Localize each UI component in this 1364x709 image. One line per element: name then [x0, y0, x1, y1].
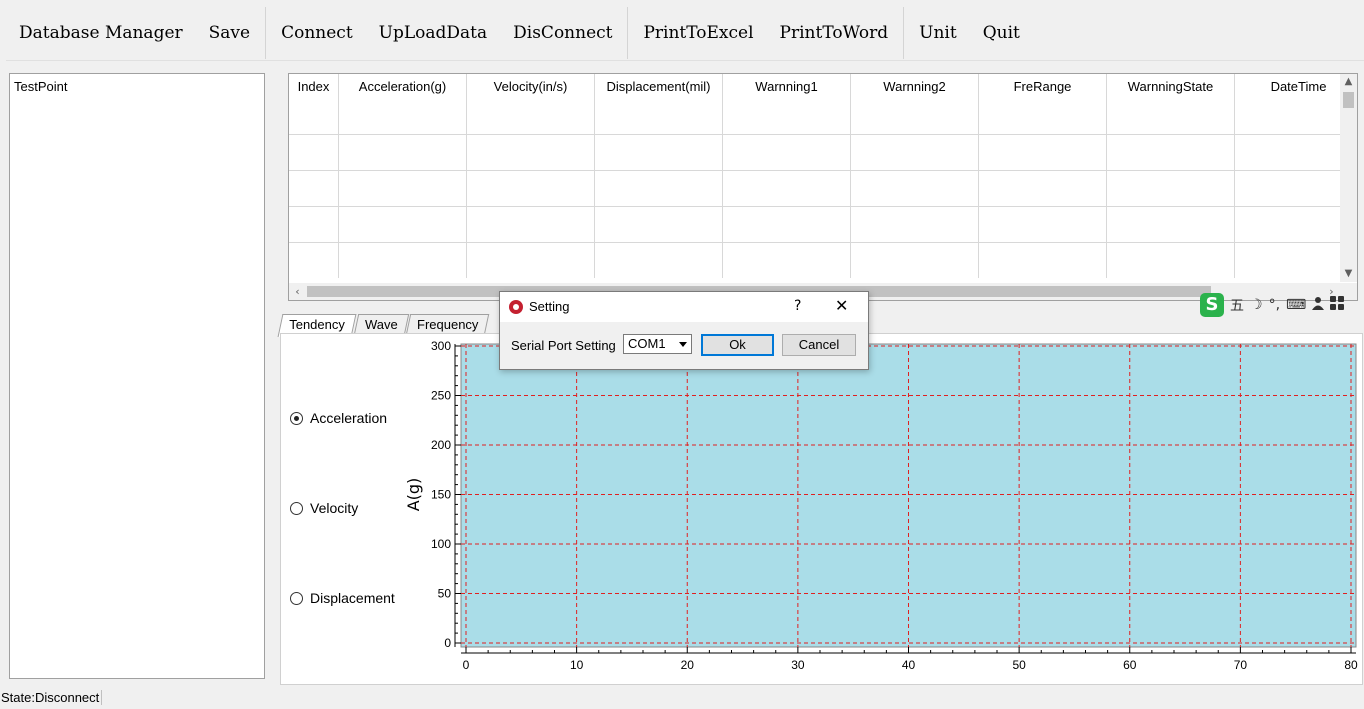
- data-grid[interactable]: Index Acceleration(g) Velocity(in/s) Dis…: [288, 73, 1358, 301]
- x-tick-label: 50: [1012, 658, 1026, 672]
- punctuation-icon[interactable]: °,: [1269, 297, 1280, 313]
- serial-port-label: Serial Port Setting: [511, 338, 616, 353]
- tendency-chart: 0 50 100 150 200 250 300 0 10 20 30 40 50 60 70 80 A(g): [404, 339, 1358, 672]
- table-row[interactable]: [289, 242, 1357, 278]
- radio-velocity[interactable]: Velocity: [290, 500, 358, 516]
- table-row[interactable]: [289, 206, 1357, 242]
- dialog-title: Setting: [529, 299, 570, 314]
- x-tick-label: 60: [1123, 658, 1137, 672]
- ime-toolbar: S 五 ☽ °, ⌨: [1200, 291, 1364, 319]
- scroll-up-icon[interactable]: ▲: [1340, 74, 1357, 90]
- vertical-scroll-thumb[interactable]: [1343, 92, 1354, 108]
- x-tick-label: 30: [791, 658, 805, 672]
- print-to-excel-button[interactable]: PrintToExcel: [630, 6, 766, 60]
- quit-button[interactable]: Quit: [970, 6, 1033, 60]
- moon-icon[interactable]: ☽: [1250, 297, 1263, 313]
- y-tick-label: 300: [431, 339, 451, 353]
- ok-button[interactable]: Ok: [701, 334, 774, 356]
- apps-icon[interactable]: [1330, 296, 1345, 314]
- y-axis-label: A(g): [404, 478, 423, 512]
- toolbar-separator: [265, 7, 267, 59]
- table-row[interactable]: [289, 170, 1357, 206]
- print-to-word-button[interactable]: PrintToWord: [767, 6, 902, 60]
- grid-header: Index Acceleration(g) Velocity(in/s) Dis…: [289, 74, 1357, 134]
- keyboard-icon[interactable]: ⌨: [1286, 297, 1306, 313]
- radio-acceleration[interactable]: Acceleration: [290, 410, 387, 426]
- x-tick-label: 10: [570, 658, 584, 672]
- column-header-warnningstate[interactable]: WarnningState: [1107, 74, 1235, 134]
- grid-body: [289, 134, 1357, 278]
- vertical-scrollbar[interactable]: ▲ ▼: [1340, 74, 1357, 282]
- setting-dialog: Setting ? ✕ Serial Port Setting COM1 Ok …: [499, 291, 869, 370]
- column-header-displacement[interactable]: Displacement(mil): [595, 74, 723, 134]
- x-tick-label: 20: [681, 658, 695, 672]
- x-tick-label: 70: [1234, 658, 1248, 672]
- radio-displacement[interactable]: Displacement: [290, 590, 395, 606]
- ime-mode-icon[interactable]: 五: [1230, 295, 1244, 315]
- tab-wave[interactable]: Wave: [353, 314, 409, 335]
- chevron-down-icon: [679, 342, 687, 347]
- help-button[interactable]: ?: [794, 298, 801, 314]
- test-point-tree[interactable]: TestPoint: [9, 73, 265, 679]
- user-icon[interactable]: [1312, 296, 1325, 314]
- disconnect-button[interactable]: DisConnect: [500, 6, 625, 60]
- radio-checked-icon[interactable]: [290, 411, 303, 425]
- toolbar: Database Manager Save Connect UpLoadData…: [6, 6, 1364, 61]
- y-tick-label: 250: [431, 389, 451, 403]
- scroll-down-icon[interactable]: ▼: [1340, 266, 1357, 282]
- tab-frequency[interactable]: Frequency: [406, 314, 491, 335]
- status-bar: State:Disconnect: [1, 690, 103, 705]
- column-header-frerange[interactable]: FreRange: [979, 74, 1107, 134]
- y-tick-label: 200: [431, 438, 451, 452]
- y-tick-label: 50: [438, 587, 452, 601]
- y-tick-label: 0: [444, 636, 451, 650]
- y-tick-label: 100: [431, 537, 451, 551]
- x-tick-label: 0: [463, 658, 470, 672]
- save-button[interactable]: Save: [196, 6, 263, 60]
- toolbar-separator: [627, 7, 629, 59]
- column-header-index[interactable]: Index: [289, 74, 339, 134]
- table-row[interactable]: [289, 134, 1357, 170]
- x-tick-label: 40: [902, 658, 916, 672]
- ime-logo-icon[interactable]: S: [1200, 293, 1224, 317]
- cancel-button[interactable]: Cancel: [782, 334, 856, 356]
- chart-tabs: Tendency Wave Frequency: [277, 314, 491, 337]
- upload-data-button[interactable]: UpLoadData: [366, 6, 500, 60]
- column-header-warnning2[interactable]: Warnning2: [851, 74, 979, 134]
- toolbar-separator: [903, 7, 905, 59]
- column-header-warnning1[interactable]: Warnning1: [723, 74, 851, 134]
- serial-port-select[interactable]: COM1: [623, 334, 692, 354]
- dialog-titlebar[interactable]: Setting ? ✕: [500, 292, 868, 322]
- x-tick-label: 80: [1344, 658, 1358, 672]
- column-header-velocity[interactable]: Velocity(in/s): [467, 74, 595, 134]
- tree-item-testpoint[interactable]: TestPoint: [14, 79, 67, 94]
- radio-unchecked-icon[interactable]: [290, 501, 303, 515]
- scroll-left-icon[interactable]: ‹: [289, 283, 306, 300]
- unit-button[interactable]: Unit: [906, 6, 970, 60]
- app-icon: [509, 300, 523, 314]
- column-header-acceleration[interactable]: Acceleration(g): [339, 74, 467, 134]
- connect-button[interactable]: Connect: [268, 6, 366, 60]
- y-tick-label: 150: [431, 488, 451, 502]
- database-manager-button[interactable]: Database Manager: [6, 6, 196, 60]
- close-icon[interactable]: ✕: [835, 296, 848, 315]
- radio-unchecked-icon[interactable]: [290, 591, 303, 605]
